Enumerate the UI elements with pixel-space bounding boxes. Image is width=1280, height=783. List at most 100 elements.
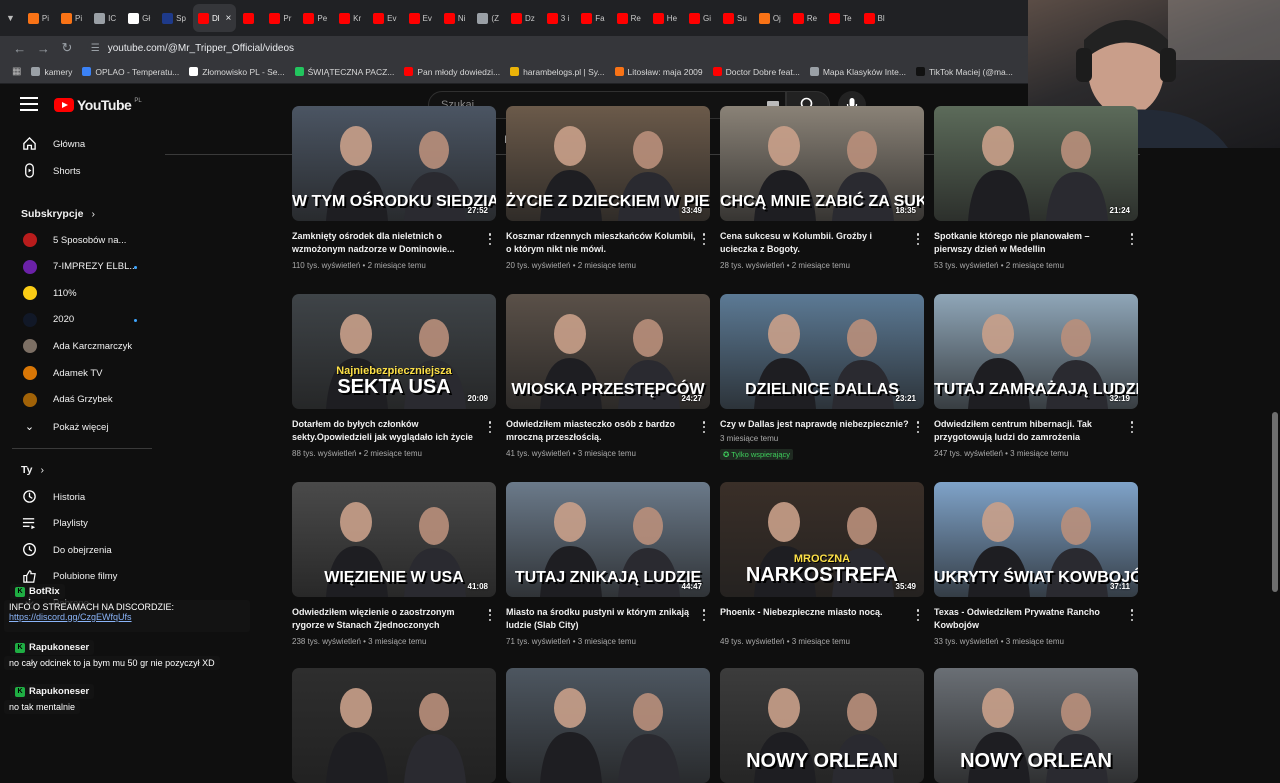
bookmark-item[interactable]: ŚWIĄTECZNA PACZ...: [294, 67, 394, 77]
more-options-icon[interactable]: [915, 232, 921, 246]
video-thumbnail[interactable]: WIĘZIENIE W USA 41:08: [292, 482, 496, 597]
bookmark-item[interactable]: kamery: [31, 67, 72, 77]
browser-tab[interactable]: Pi: [23, 4, 54, 32]
more-options-icon[interactable]: [1129, 608, 1135, 622]
you-heading[interactable]: Ty ›: [21, 464, 44, 476]
more-options-icon[interactable]: [701, 232, 707, 246]
video-title[interactable]: Spotkanie którego nie planowałem – pierw…: [934, 230, 1126, 256]
subscription-channel[interactable]: 5 Sposobów na...: [0, 227, 160, 253]
discord-link[interactable]: https://discord.gg/CzgEWfqUfs: [9, 612, 245, 622]
browser-tab[interactable]: [238, 4, 262, 32]
reload-icon[interactable]: ↻: [55, 40, 79, 56]
subscriptions-heading[interactable]: Subskrypcje ›: [21, 208, 95, 220]
video-title[interactable]: Dotarłem do byłych członków sekty.Opowie…: [292, 418, 484, 444]
video-thumbnail[interactable]: ŻYCIE Z DZIECKIEM W PIEKLE33:49: [506, 106, 710, 221]
sidebar-item-home[interactable]: Główna: [0, 131, 160, 157]
browser-tab[interactable]: Ev: [368, 4, 401, 32]
video-thumbnail[interactable]: TUTAJ ZAMRAŻAJĄ LUDZI 32:19: [934, 294, 1138, 409]
bookmark-item[interactable]: Mapa Klasyków Inte...: [809, 67, 906, 77]
video-thumbnail[interactable]: CHCĄ MNIE ZABIĆ ZA SUKCES!18:35: [720, 106, 924, 221]
bookmark-item[interactable]: Litosław: maja 2009: [614, 67, 703, 77]
bookmark-item[interactable]: Doctor Dobre feat...: [712, 67, 800, 77]
sidebar-item-playlists[interactable]: Playlisty: [0, 511, 160, 537]
bookmark-item[interactable]: Złomowisko PL - Se...: [189, 67, 285, 77]
browser-tab[interactable]: (Z: [472, 4, 504, 32]
tab-list-chevron-icon[interactable]: ▼: [6, 13, 15, 23]
browser-tab[interactable]: Pe: [298, 4, 332, 32]
hamburger-menu-icon[interactable]: [20, 97, 38, 111]
browser-tab[interactable]: He: [648, 4, 682, 32]
video-thumbnail[interactable]: DZIELNICE DALLAS 23:21: [720, 294, 924, 409]
more-options-icon[interactable]: [701, 608, 707, 622]
apps-grid-icon[interactable]: ▦: [12, 66, 21, 77]
back-icon[interactable]: ←: [8, 41, 32, 56]
bookmark-item[interactable]: harambelogs.pl | Sy...: [510, 67, 605, 77]
subscription-channel[interactable]: Adaś Grzybek: [0, 387, 160, 413]
subscription-channel[interactable]: Adamek TV: [0, 360, 160, 386]
address-bar[interactable]: ☰ youtube.com/@Mr_Tripper_Official/video…: [86, 38, 1030, 58]
video-thumbnail[interactable]: WIOSKA PRZESTĘPCÓW 24:27: [506, 294, 710, 409]
subscription-channel[interactable]: 7-IMPREZY ELBL...: [0, 254, 160, 280]
subscription-channel[interactable]: 2020: [0, 307, 160, 333]
more-options-icon[interactable]: [701, 420, 707, 434]
browser-tab[interactable]: Fa: [576, 4, 609, 32]
browser-tab[interactable]: 3 i: [542, 4, 574, 32]
browser-tab[interactable]: Gł: [123, 4, 155, 32]
browser-tab[interactable]: Kr: [334, 4, 366, 32]
video-thumbnail[interactable]: 21:24: [934, 106, 1138, 221]
sidebar-item-watch-later[interactable]: Do obejrzenia: [0, 537, 160, 563]
bookmark-item[interactable]: OPLAO - Temperatu...: [82, 67, 179, 77]
video-title[interactable]: Odwiedziłem centrum hibernacji. Tak przy…: [934, 418, 1126, 444]
tab-close-icon[interactable]: ×: [226, 13, 232, 24]
video-thumbnail[interactable]: [506, 668, 710, 783]
video-thumbnail[interactable]: W TYM OŚRODKU SIEDZIAŁEM27:52: [292, 106, 496, 221]
more-options-icon[interactable]: [487, 232, 493, 246]
video-title[interactable]: Czy w Dallas jest naprawdę niebezpieczni…: [720, 418, 912, 431]
browser-tab[interactable]: Su: [718, 4, 752, 32]
forward-icon[interactable]: →: [32, 41, 56, 56]
browser-tab[interactable]: Gi: [684, 4, 716, 32]
video-title[interactable]: Phoenix - Niebezpieczne miasto nocą.: [720, 606, 912, 619]
site-info-icon[interactable]: ☰: [91, 43, 100, 54]
subscription-channel[interactable]: 110%: [0, 280, 160, 306]
page-scrollbar[interactable]: [1272, 412, 1278, 592]
show-more-button[interactable]: ⌄ Pokaż więcej: [0, 414, 160, 440]
video-thumbnail[interactable]: [292, 668, 496, 783]
bookmark-item[interactable]: TikTok Maciej (@ma...: [915, 67, 1013, 77]
sidebar-item-history[interactable]: Historia: [0, 484, 160, 510]
video-thumbnail[interactable]: TUTAJ ZNIKAJĄ LUDZIE 44:47: [506, 482, 710, 597]
browser-tab[interactable]: Re: [788, 4, 822, 32]
video-title[interactable]: Zamknięty ośrodek dla nieletnich o wzmoż…: [292, 230, 484, 256]
bookmark-item[interactable]: Pan młody dowiedzi...: [404, 67, 500, 77]
more-options-icon[interactable]: [1129, 232, 1135, 246]
browser-tab[interactable]: Dz: [506, 4, 540, 32]
more-options-icon[interactable]: [1129, 420, 1135, 434]
browser-tab[interactable]: Bl: [859, 4, 890, 32]
more-options-icon[interactable]: [487, 420, 493, 434]
video-thumbnail[interactable]: NARKOSTREFA MROCZNA 35:49: [720, 482, 924, 597]
subscription-channel[interactable]: Ada Karczmarczyk: [0, 333, 160, 359]
browser-tab[interactable]: Te: [824, 4, 856, 32]
more-options-icon[interactable]: [915, 420, 921, 434]
video-title[interactable]: Koszmar rdzennych mieszkańców Kolumbii, …: [506, 230, 698, 256]
browser-tab[interactable]: Ni: [439, 4, 471, 32]
browser-tab[interactable]: Oj: [754, 4, 786, 32]
video-thumbnail[interactable]: NOWY ORLEAN: [720, 668, 924, 783]
more-options-icon[interactable]: [487, 608, 493, 622]
video-title[interactable]: Miasto na środku pustyni w którym znikaj…: [506, 606, 698, 632]
video-title[interactable]: Texas - Odwiedziłem Prywatne Rancho Kowb…: [934, 606, 1126, 632]
video-title[interactable]: Odwiedziłem więzienie o zaostrzonym rygo…: [292, 606, 484, 632]
browser-tab[interactable]: Ev: [404, 4, 437, 32]
browser-tab[interactable]: Pr: [264, 4, 296, 32]
video-title[interactable]: Cena sukcesu w Kolumbii. Groźby i uciecz…: [720, 230, 912, 256]
browser-tab[interactable]: Re: [612, 4, 646, 32]
browser-tab[interactable]: IC: [89, 4, 121, 32]
youtube-logo[interactable]: YouTube PL: [54, 97, 142, 113]
video-thumbnail[interactable]: NOWY ORLEAN: [934, 668, 1138, 783]
video-thumbnail[interactable]: UKRYTY ŚWIAT KOWBOJÓW 37:11: [934, 482, 1138, 597]
more-options-icon[interactable]: [915, 608, 921, 622]
video-thumbnail[interactable]: SEKTA USA Najniebezpieczniejsza 20:09: [292, 294, 496, 409]
video-title[interactable]: Odwiedziłem miasteczko osób z bardzo mro…: [506, 418, 698, 444]
browser-tab[interactable]: Sp: [157, 4, 191, 32]
browser-tab[interactable]: Dl ×: [192, 4, 237, 32]
